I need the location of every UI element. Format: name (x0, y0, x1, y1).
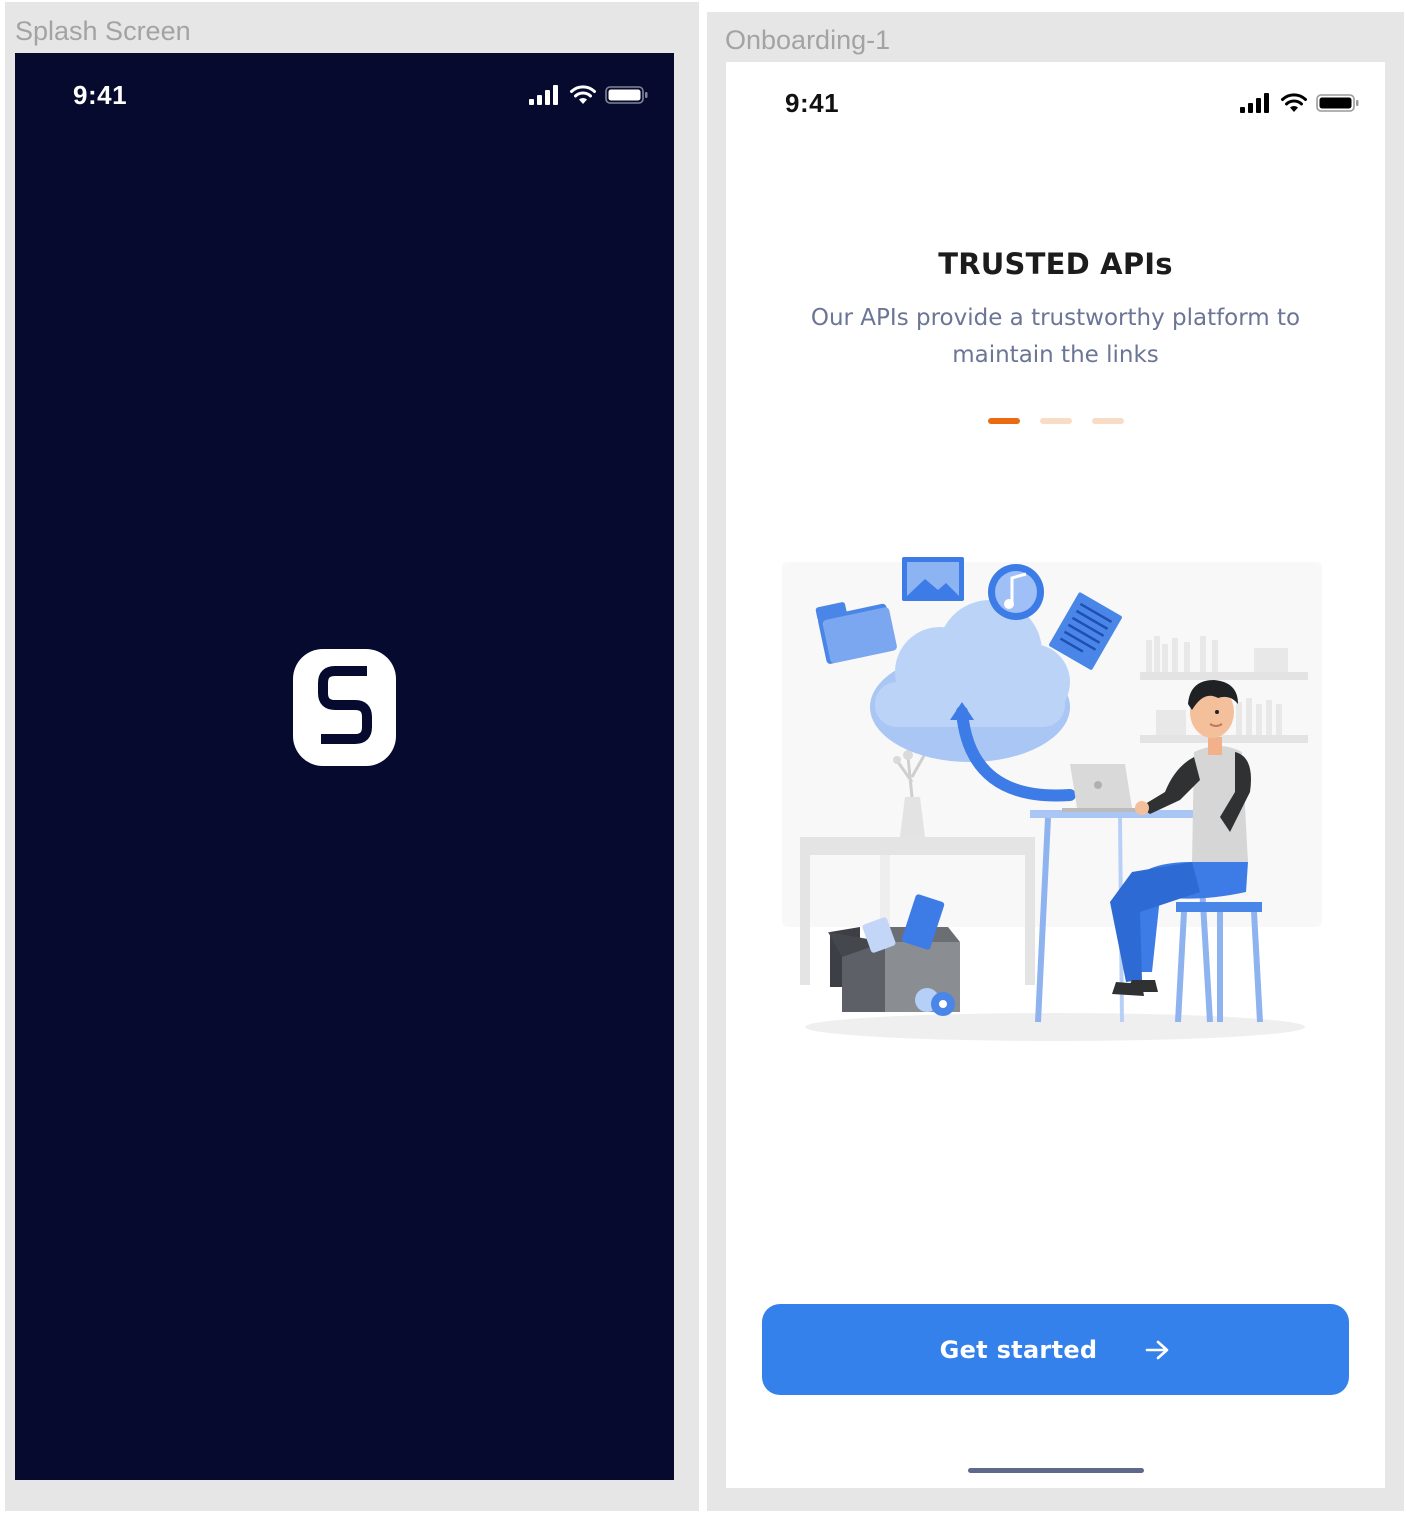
home-indicator[interactable] (968, 1468, 1144, 1473)
wifi-icon (1281, 93, 1307, 112)
pager-dot-3[interactable] (1091, 418, 1124, 424)
status-time: 9:41 (73, 80, 128, 110)
splash-screen: 9:41 S (15, 53, 674, 1480)
battery-icon (605, 86, 648, 104)
battery-icon (1316, 94, 1359, 112)
pager-indicator[interactable] (726, 418, 1385, 424)
app-logo: S (293, 649, 396, 766)
onboarding-artboard: Onboarding-1 9:41 TRUSTED APIs Our APIs … (707, 12, 1404, 1511)
onboarding-screen: 9:41 TRUSTED APIs Our APIs provide a tru… (726, 62, 1385, 1488)
onboarding-frame-label: Onboarding-1 (725, 25, 891, 55)
status-icons (1240, 93, 1360, 113)
pager-dot-2[interactable] (1039, 418, 1072, 424)
status-time: 9:41 (785, 88, 840, 118)
status-icons (529, 85, 649, 105)
splash-artboard: Splash Screen 9:41 S (5, 2, 699, 1511)
get-started-label: Get started (939, 1335, 1098, 1364)
onboarding-subtitle: Our APIs provide a trustworthy platform … (810, 305, 1301, 368)
splash-frame-label: Splash Screen (15, 16, 191, 46)
logo-s-icon (318, 666, 372, 744)
cellular-signal-icon (1240, 93, 1269, 113)
get-started-button[interactable]: Get started (762, 1304, 1349, 1395)
onboarding-illustration (782, 557, 1322, 1041)
pager-dot-1[interactable] (987, 418, 1020, 424)
onboarding-title: TRUSTED APIs (938, 247, 1173, 281)
arrow-right-icon (1146, 1340, 1169, 1359)
wifi-icon (570, 85, 596, 104)
cellular-signal-icon (529, 85, 558, 105)
